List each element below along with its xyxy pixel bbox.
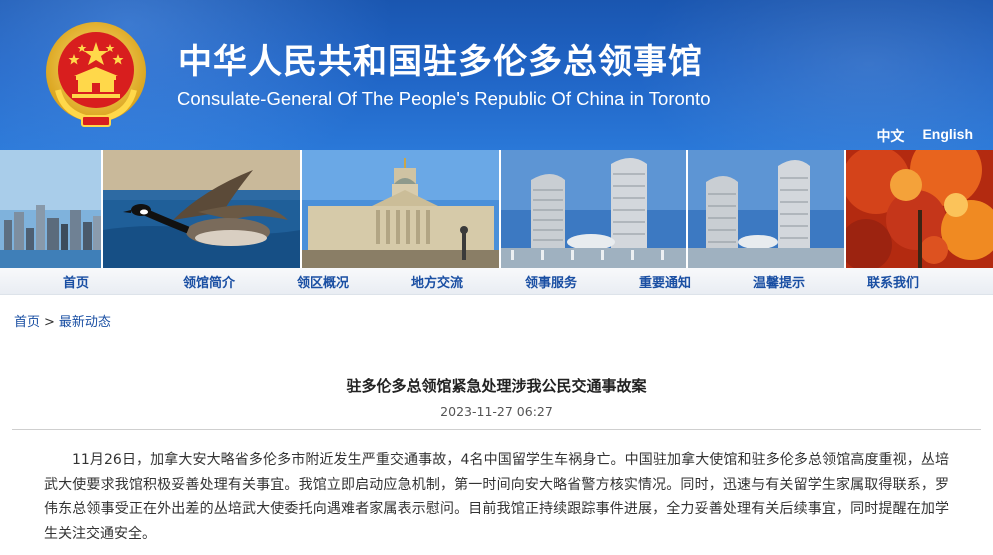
main-nav: 首页 领馆简介 领区概况 地方交流 领事服务 重要通知 温馨提示 联系我们 [0, 268, 993, 295]
nav-consulate-intro[interactable]: 领馆简介 [152, 272, 266, 291]
nav-consular-services[interactable]: 领事服务 [494, 272, 608, 291]
article-body: 11月26日，加拿大安大略省多伦多市附近发生严重交通事故，4名中国留学生车祸身亡… [44, 452, 949, 542]
nav-important-notices[interactable]: 重要通知 [608, 272, 722, 291]
photo-toronto-city-hall-2 [687, 150, 846, 268]
breadcrumb-separator: > [44, 315, 55, 330]
language-switcher: 中文 English [876, 126, 973, 146]
article-title: 驻多伦多总领馆紧急处理涉我公民交通事故案 [346, 377, 647, 395]
site-title-en: Consulate-General Of The People's Republ… [177, 88, 711, 109]
site-title-cn: 中华人民共和国驻多伦多总领事馆 [178, 42, 703, 82]
photo-city-skyline [0, 150, 104, 268]
national-emblem-icon [46, 22, 146, 127]
nav-reminders[interactable]: 温馨提示 [722, 272, 836, 291]
photo-legislative-building [302, 150, 501, 268]
lang-chinese-link[interactable]: 中文 [876, 126, 904, 146]
article-date: 2023-11-27 06:27 [440, 404, 553, 419]
nav-contact-us[interactable]: 联系我们 [836, 272, 950, 291]
lang-english-link[interactable]: English [922, 126, 973, 146]
nav-home[interactable]: 首页 [0, 272, 152, 291]
breadcrumb: 首页 > 最新动态 [0, 295, 993, 335]
photo-canada-goose [103, 150, 303, 268]
nav-local-exchange[interactable]: 地方交流 [380, 272, 494, 291]
photo-toronto-city-hall [500, 150, 688, 268]
photo-autumn-maple-leaves [845, 150, 993, 268]
article-divider [12, 429, 981, 430]
header-banner: 中华人民共和国驻多伦多总领事馆 Consulate-General Of The… [0, 0, 993, 150]
breadcrumb-current-link[interactable]: 最新动态 [59, 315, 111, 330]
breadcrumb-home-link[interactable]: 首页 [14, 315, 40, 330]
photo-strip [0, 150, 993, 268]
nav-consular-district[interactable]: 领区概况 [266, 272, 380, 291]
